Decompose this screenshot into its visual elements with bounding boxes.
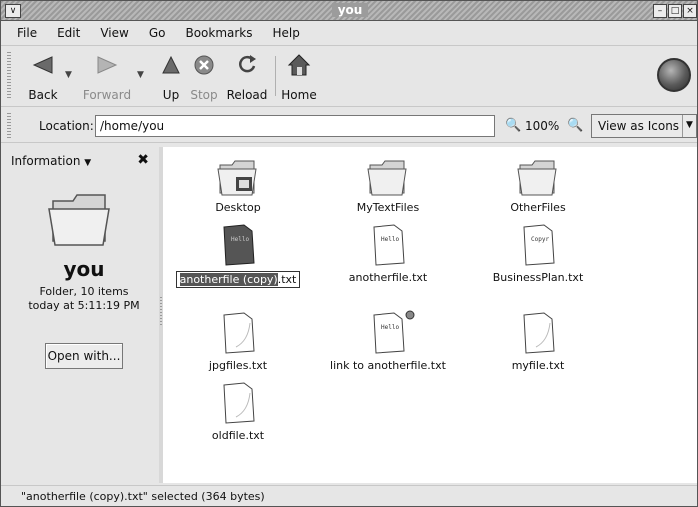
svg-text:Hello: Hello <box>231 236 249 243</box>
file-item-link-to-anotherfile[interactable]: Hello link to anotherfile.txt <box>313 309 463 372</box>
svg-text:Copyr: Copyr <box>531 236 549 243</box>
stop-label: Stop <box>190 88 218 102</box>
up-label: Up <box>162 88 180 102</box>
reload-label: Reload <box>226 88 268 102</box>
text-file-icon <box>463 309 613 355</box>
file-name: anotherfile.txt <box>348 271 428 284</box>
folder-icon <box>313 151 463 197</box>
forward-button[interactable]: Forward <box>81 52 133 102</box>
desktop-folder-icon <box>163 151 313 197</box>
text-file-icon: Hello <box>163 221 313 267</box>
back-label: Back <box>28 88 58 102</box>
chevron-down-icon: ▼ <box>84 158 92 168</box>
text-file-icon: Hello <box>313 221 463 267</box>
file-item-mytextfiles[interactable]: MyTextFiles <box>313 151 463 214</box>
side-panel: Information ▼ ✖ you Folder, 10 items tod… <box>9 147 159 483</box>
chevron-down-icon: ▼ <box>682 115 696 137</box>
file-name: OtherFiles <box>510 201 566 214</box>
file-item-anotherfile[interactable]: Hello anotherfile.txt <box>313 221 463 284</box>
location-bar: Location: /home/you 🔍 100% 🔍 View as Ico… <box>1 109 697 143</box>
file-item-desktop[interactable]: Desktop <box>163 151 313 214</box>
text-file-icon <box>163 309 313 355</box>
svg-text:Hello: Hello <box>381 324 399 331</box>
file-name: jpgfiles.txt <box>208 359 268 372</box>
back-button[interactable]: Back <box>25 52 61 102</box>
location-label: Location: <box>39 119 94 133</box>
forward-label: Forward <box>82 88 132 102</box>
file-manager-window: ∨ you – □ × File Edit View Go Bookmarks … <box>0 0 698 507</box>
svg-text:Hello: Hello <box>381 236 399 243</box>
stop-icon <box>187 52 221 78</box>
status-text: "anotherfile (copy).txt" selected (364 b… <box>21 490 265 503</box>
toolbar-grip[interactable] <box>7 52 11 100</box>
window-title: you <box>331 3 369 17</box>
reload-icon <box>225 52 269 78</box>
forward-arrow-icon <box>81 52 133 78</box>
up-button[interactable]: Up <box>157 52 185 102</box>
toolbar-separator <box>275 56 276 96</box>
file-item-oldfile[interactable]: oldfile.txt <box>163 379 313 442</box>
file-name-editing[interactable]: anotherfile (copy).txt <box>175 271 301 288</box>
home-button[interactable]: Home <box>279 52 319 102</box>
title-bar[interactable]: ∨ you – □ × <box>1 1 697 21</box>
file-name: oldfile.txt <box>211 429 265 442</box>
stop-button[interactable]: Stop <box>187 52 221 102</box>
file-name: BusinessPlan.txt <box>492 271 584 284</box>
file-item-jpgfiles[interactable]: jpgfiles.txt <box>163 309 313 372</box>
symlink-file-icon: Hello <box>313 309 463 355</box>
close-button[interactable]: × <box>683 4 697 18</box>
folder-icon <box>463 151 613 197</box>
menu-file[interactable]: File <box>7 26 47 40</box>
icon-view[interactable]: Desktop MyTextFiles OtherFiles Hello ano… <box>163 147 697 483</box>
minimize-button[interactable]: – <box>653 4 667 18</box>
file-item-myfile[interactable]: myfile.txt <box>463 309 613 372</box>
menu-go[interactable]: Go <box>139 26 176 40</box>
reload-button[interactable]: Reload <box>225 52 269 102</box>
zoom-out-icon[interactable]: 🔍 <box>505 118 521 133</box>
location-grip[interactable] <box>7 113 11 139</box>
file-item-businessplan[interactable]: Copyr BusinessPlan.txt <box>463 221 613 284</box>
folder-icon <box>45 187 115 252</box>
view-as-label: View as Icons <box>598 119 680 133</box>
home-icon <box>279 52 319 78</box>
zoom-level[interactable]: 100% <box>525 119 559 133</box>
zoom-in-icon[interactable]: 🔍 <box>567 118 583 133</box>
file-item-otherfiles[interactable]: OtherFiles <box>463 151 613 214</box>
status-bar: "anotherfile (copy).txt" selected (364 b… <box>1 485 697 506</box>
file-name: myfile.txt <box>511 359 565 372</box>
file-name: link to anotherfile.txt <box>330 359 446 372</box>
text-file-icon <box>163 379 313 425</box>
back-arrow-icon <box>25 52 61 78</box>
file-name: MyTextFiles <box>356 201 420 214</box>
folder-item-count: Folder, 10 items <box>39 285 129 298</box>
text-file-icon: Copyr <box>463 221 613 267</box>
side-panel-header: Information ▼ ✖ <box>9 151 159 171</box>
file-item-anotherfile-copy[interactable]: Hello anotherfile (copy).txt <box>163 221 313 288</box>
file-name: Desktop <box>215 201 261 214</box>
side-panel-title: Information <box>11 154 81 168</box>
view-as-select[interactable]: View as Icons ▼ <box>591 114 697 138</box>
throbber-icon <box>657 58 691 92</box>
close-icon[interactable]: ✖ <box>137 152 149 168</box>
back-history-chevron-down-icon[interactable]: ▼ <box>65 70 72 80</box>
up-arrow-icon <box>157 52 185 78</box>
folder-modified-date: today at 5:11:19 PM <box>28 299 140 312</box>
selected-folder-name: you <box>63 257 105 281</box>
menu-view[interactable]: View <box>90 26 138 40</box>
menu-help[interactable]: Help <box>263 26 310 40</box>
folder-info: Folder, 10 items today at 5:11:19 PM <box>9 285 159 313</box>
open-with-button[interactable]: Open with... <box>45 343 123 369</box>
toolbar: Back ▼ Forward ▼ Up Stop Reload Home <box>1 45 697 107</box>
home-label: Home <box>281 88 317 102</box>
side-panel-selector[interactable]: Information ▼ <box>11 154 91 168</box>
maximize-button[interactable]: □ <box>668 4 682 18</box>
menu-edit[interactable]: Edit <box>47 26 90 40</box>
location-input[interactable]: /home/you <box>95 115 495 137</box>
forward-history-chevron-down-icon[interactable]: ▼ <box>137 70 144 80</box>
menu-bookmarks[interactable]: Bookmarks <box>175 26 262 40</box>
menu-bar: File Edit View Go Bookmarks Help <box>1 22 697 43</box>
